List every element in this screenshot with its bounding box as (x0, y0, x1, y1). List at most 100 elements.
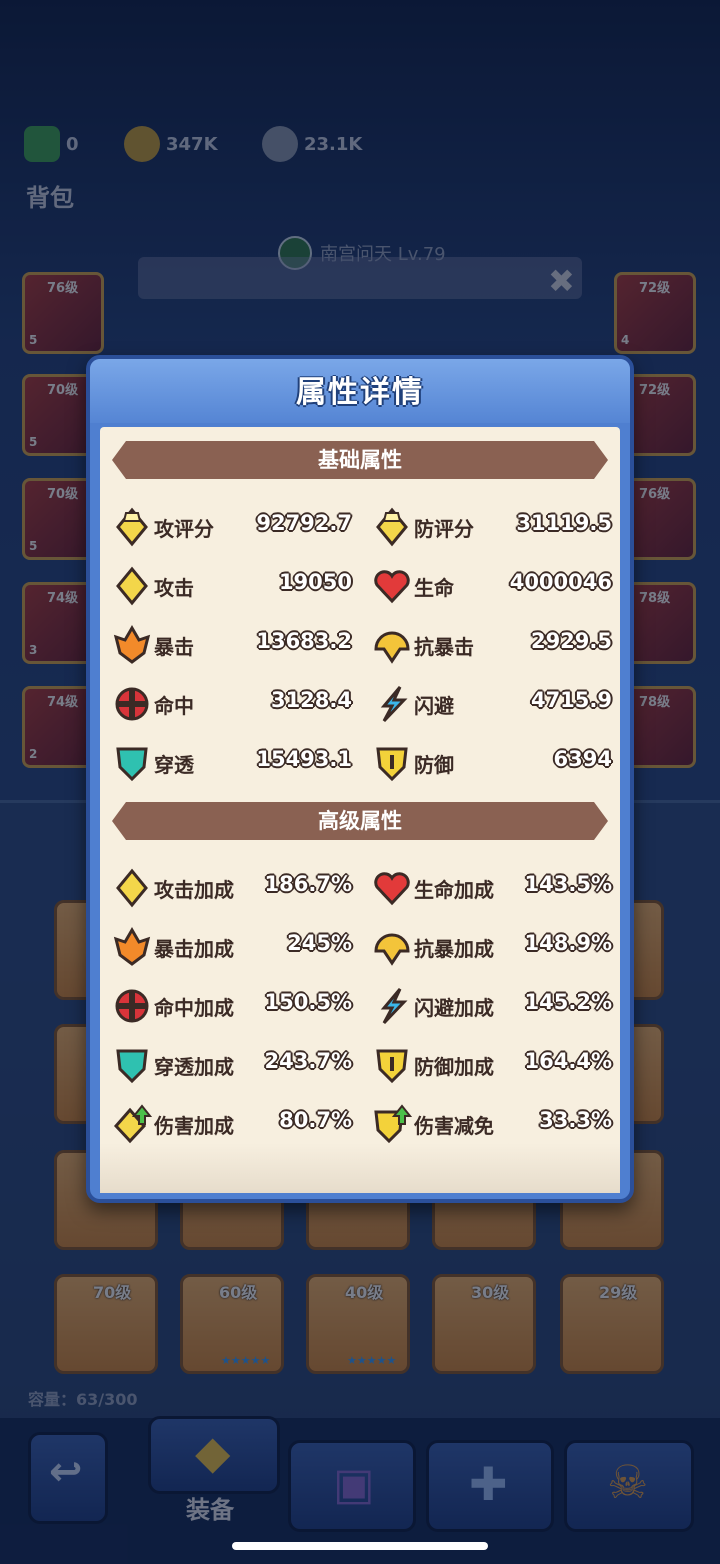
stat-value: 148.9% (524, 931, 612, 955)
nav-equipment-label: 装备 (186, 1496, 234, 1524)
gold-coin-icon (124, 126, 160, 162)
stat-value: 80.7% (279, 1108, 352, 1132)
back-button[interactable]: ↩ (28, 1432, 108, 1524)
stat-label: 防御加成 (414, 1055, 494, 1079)
treasure-icon: ▣ (333, 1459, 375, 1510)
stat-row: 穿透 15493.1 (112, 741, 352, 787)
item-level: 29级 (599, 1283, 638, 1302)
stat-label: 抗暴击 (414, 635, 474, 659)
stat-value: 186.7% (264, 872, 352, 896)
stat-value: 33.3% (539, 1108, 612, 1132)
slot-level: 74级 (47, 695, 79, 710)
nav-treasure-button[interactable]: ▣ (288, 1440, 416, 1532)
slot-level: 72级 (639, 281, 671, 296)
equip-slot-left-1[interactable]: 76级 5 (22, 272, 104, 354)
slot-stars: 3 (29, 643, 38, 657)
slot-level: 78级 (639, 695, 671, 710)
close-icon[interactable]: ✖ (548, 262, 575, 300)
item-level: 60级 (219, 1283, 258, 1302)
stat-label: 抗暴加成 (414, 937, 494, 961)
inventory-item[interactable]: 29级 (560, 1274, 664, 1374)
stat-label: 闪避 (414, 694, 454, 718)
slot-level: 78级 (639, 591, 671, 606)
heart-icon (374, 570, 410, 604)
stat-value: 19050 (278, 570, 352, 594)
slot-stars: 2 (29, 747, 38, 761)
hit-icon (115, 687, 149, 721)
star-rating-icon: ★★★★★ (221, 1354, 271, 1367)
stat-row: 防御加成 164.4% (372, 1043, 612, 1089)
nav-puzzle-button[interactable]: ✚ (426, 1440, 554, 1532)
inventory-item[interactable]: 40级 ★★★★★ (306, 1274, 410, 1374)
green-gem-icon (24, 126, 60, 162)
gold-value: 347K (166, 133, 218, 155)
stat-row: 暴击加成 245% (112, 925, 352, 971)
slot-stars: 5 (29, 435, 38, 449)
slot-level: 70级 (47, 487, 79, 502)
gold-counter[interactable]: 347K (124, 124, 218, 164)
stat-label: 穿透加成 (154, 1055, 234, 1079)
stat-row: 闪避加成 145.2% (372, 984, 612, 1030)
basic-attributes-title: 基础属性 (318, 448, 402, 472)
slot-level: 76级 (47, 281, 79, 296)
modal-title: 属性详情 (296, 375, 424, 410)
stat-value: 150.5% (264, 990, 352, 1014)
dodge-bonus-icon (380, 988, 408, 1025)
dodge-icon (380, 686, 408, 723)
penetration-icon (116, 747, 148, 782)
silver-counter[interactable]: 23.1K (262, 124, 362, 164)
stat-row: 伤害加成 80.7% (112, 1102, 352, 1148)
equipment-icon: ◆ (195, 1425, 231, 1479)
inventory-item[interactable]: 30级 (432, 1274, 536, 1374)
capacity-text: 容量：63/300 (28, 1390, 138, 1409)
equip-slot-right-1[interactable]: 72级 4 (614, 272, 696, 354)
attribute-detail-modal: 属性详情 基础属性 攻评分 92792.7 防评分 31119.5 攻击 190… (86, 355, 634, 1203)
stat-value: 13683.2 (256, 629, 352, 653)
damage-reduction-icon (374, 1104, 412, 1144)
stat-label: 防评分 (414, 517, 474, 541)
advanced-attributes-header: 高级属性 (112, 802, 608, 840)
gem-value: 0 (66, 133, 79, 155)
stat-row: 生命加成 143.5% (372, 866, 612, 912)
stat-row: 生命 4000046 (372, 564, 612, 610)
advanced-attributes-title: 高级属性 (318, 809, 402, 833)
gem-counter[interactable]: 0 (24, 124, 79, 164)
item-level: 40级 (345, 1283, 384, 1302)
basic-attributes-header: 基础属性 (112, 441, 608, 479)
stat-row: 攻击 19050 (112, 564, 352, 610)
stat-value: 243.7% (264, 1049, 352, 1073)
home-indicator[interactable] (232, 1542, 488, 1550)
penetration-bonus-icon (116, 1049, 148, 1084)
inventory-item[interactable]: 70级 (54, 1274, 158, 1374)
silver-value: 23.1K (304, 133, 363, 155)
stat-value: 4000046 (509, 570, 612, 594)
crit-icon (113, 625, 151, 664)
slot-stars: 4 (621, 333, 630, 347)
slot-level: 74级 (47, 591, 79, 606)
slot-level: 72级 (639, 383, 671, 398)
stat-row: 防评分 31119.5 (372, 505, 612, 551)
stat-row: 防御 6394 (372, 741, 612, 787)
silver-coin-icon (262, 126, 298, 162)
slot-level: 70级 (47, 383, 79, 398)
defense-bonus-icon (376, 1049, 408, 1084)
nav-mask-button[interactable]: ☠ (564, 1440, 694, 1532)
stat-label: 暴击加成 (154, 937, 234, 961)
mask-icon: ☠ (607, 1455, 649, 1509)
stat-value: 92792.7 (256, 511, 352, 535)
stat-value: 164.4% (524, 1049, 612, 1073)
attack-icon (116, 566, 148, 606)
stat-row: 暴击 13683.2 (112, 623, 352, 669)
inventory-item[interactable]: 60级 ★★★★★ (180, 1274, 284, 1374)
stat-value: 4715.9 (530, 688, 612, 712)
stat-label: 命中加成 (154, 996, 234, 1020)
stat-value: 145.2% (524, 990, 612, 1014)
character-name-bar (138, 257, 582, 299)
nav-equipment-button[interactable]: ◆ (148, 1416, 280, 1494)
stat-row: 命中加成 150.5% (112, 984, 352, 1030)
attack-bonus-icon (116, 868, 148, 908)
stat-label: 攻击 (154, 576, 194, 600)
stat-label: 伤害加成 (154, 1114, 234, 1138)
slot-stars: 5 (29, 333, 38, 347)
damage-bonus-icon (113, 1104, 152, 1144)
